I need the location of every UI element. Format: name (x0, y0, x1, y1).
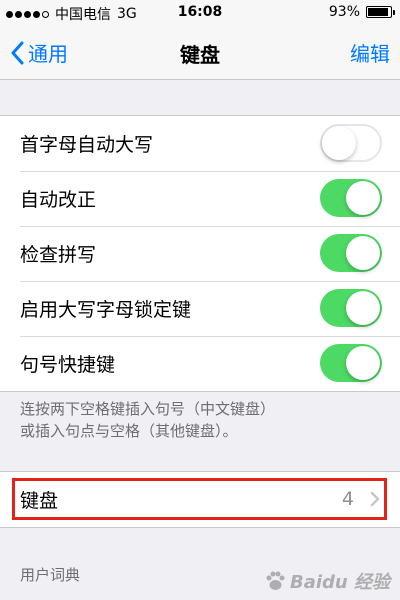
auto-correction-toggle[interactable] (320, 179, 382, 217)
keyboard-settings-group: 首字母自动大写 自动改正 检查拼写 启用大写字母锁定键 句号快捷键 (0, 115, 400, 392)
setting-row-auto-capitalization: 首字母自动大写 (0, 116, 400, 171)
check-spelling-toggle[interactable] (320, 234, 382, 272)
keyboards-row[interactable]: 键盘 4 (0, 472, 400, 527)
status-bar-right: 93% (328, 4, 395, 20)
navigation-bar: 通用 键盘 编辑 (0, 26, 400, 80)
setting-label: 检查拼写 (20, 244, 97, 266)
caps-lock-toggle[interactable] (320, 289, 382, 327)
battery-level-fill (368, 8, 389, 16)
setting-row-auto-correction: 自动改正 (0, 171, 400, 226)
period-shortcut-toggle[interactable] (320, 344, 382, 382)
setting-label: 句号快捷键 (20, 354, 116, 376)
status-bar: 中国电信 3G 16:08 93% (0, 0, 400, 26)
toggle-knob (322, 126, 356, 160)
footnote-line-2: 或插入句点与空格（其他键盘）。 (20, 422, 238, 440)
setting-row-period-shortcut: 句号快捷键 (0, 336, 400, 391)
chevron-right-icon (370, 491, 380, 507)
setting-label: 启用大写字母锁定键 (20, 299, 192, 321)
keyboards-count: 4 (341, 488, 354, 510)
keyboards-group: 键盘 4 (0, 471, 400, 528)
edit-button[interactable]: 编辑 (350, 38, 390, 67)
setting-label: 自动改正 (20, 189, 97, 211)
toggle-knob (346, 181, 380, 215)
toggle-knob (346, 346, 380, 380)
baidu-watermark: Baidu 经验 (264, 568, 390, 594)
toggle-knob (346, 291, 380, 325)
paw-logo-icon (266, 571, 285, 590)
footnote-line-1: 连按两下空格键插入句号（中文键盘） (20, 400, 276, 418)
setting-label: 首字母自动大写 (20, 134, 154, 156)
user-dictionary-header: 用户词典 (20, 566, 81, 584)
page-title: 键盘 (180, 43, 220, 67)
toggle-knob (346, 236, 380, 270)
keyboards-label: 键盘 (20, 490, 59, 512)
battery-icon (366, 6, 395, 18)
watermark-text: Baidu 经验 (289, 572, 390, 593)
period-shortcut-footnote: 连按两下空格键插入句号（中文键盘） 或插入句点与空格（其他键盘）。 (20, 398, 390, 442)
setting-row-caps-lock: 启用大写字母锁定键 (0, 281, 400, 336)
setting-row-check-spelling: 检查拼写 (0, 226, 400, 281)
battery-percent: 93% (328, 4, 360, 20)
auto-capitalization-toggle[interactable] (320, 124, 382, 162)
